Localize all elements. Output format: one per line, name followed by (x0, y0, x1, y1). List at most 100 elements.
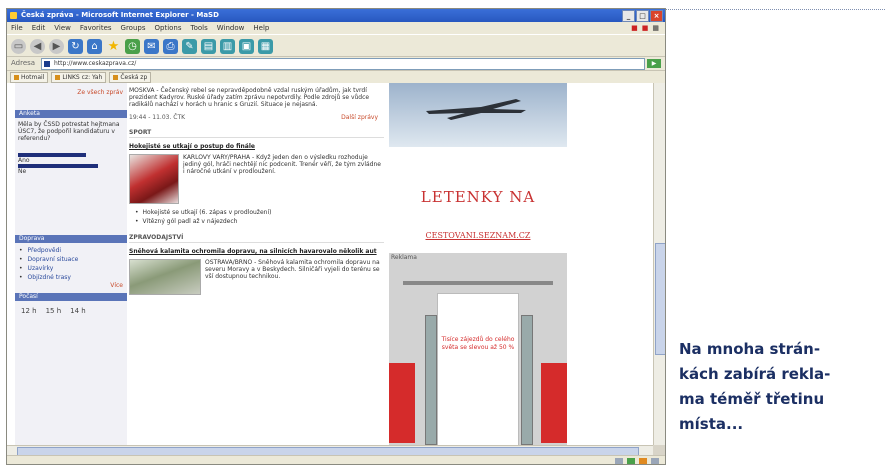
browser-icon (10, 12, 17, 19)
address-input[interactable]: http://www.ceskazprava.cz/ (41, 58, 645, 70)
list-item[interactable]: Hokejisté se utkají (6. zápas v prodlouž… (135, 208, 378, 217)
window-controls: _ □ × (622, 10, 663, 22)
scroll-thumb[interactable] (655, 243, 665, 355)
ad-red-block (541, 363, 567, 443)
caption-line: Na mnoha strán- (679, 340, 821, 358)
back-icon[interactable]: ◀ (30, 38, 45, 54)
tile-icon[interactable]: ▥ (220, 38, 235, 54)
poll-option-yes: Ano (18, 157, 30, 164)
article-meta: 19:44 - 11.03. ČTK Další zprávy (129, 114, 384, 121)
window-title: Česká zpráva - Microsoft Internet Explor… (21, 11, 219, 19)
tabs-icon[interactable]: ▦ (258, 38, 273, 54)
caption-line: kách zabírá rekla- (679, 365, 831, 383)
window-layout-icon[interactable]: ▤ (201, 38, 216, 54)
forward-icon[interactable]: ▶ (49, 38, 64, 54)
caption-line: ma téměř třetinu (679, 390, 825, 408)
main-column: MOSKVA - Čečenský rebel se nepravděpodob… (129, 83, 384, 445)
ad-banner: Reklama Tisíce zájezdů do celého světa s… (389, 253, 567, 445)
ad-pillar (425, 315, 437, 445)
popup-block-icon[interactable]: ■ (642, 22, 649, 34)
sport-photo[interactable] (129, 154, 179, 204)
ad-headline[interactable]: LETENKY NA (389, 188, 567, 206)
domestic-headline[interactable]: Sněhová kalamita ochromila dopravu, na s… (129, 248, 384, 255)
caption-line: místa... (679, 415, 744, 433)
web-content: Ze všech zpráv Anketa Měla by ČSSD potre… (7, 83, 653, 445)
ad-card[interactable]: Tisíce zájezdů do celého světa se slevou… (437, 293, 519, 445)
article-time: 19:44 - 11.03. ČTK (129, 114, 186, 121)
list-item[interactable]: Dopravní situace (19, 255, 123, 264)
domestic-article: OSTRAVA/BRNO - Sněhová kalamita ochromil… (129, 259, 384, 295)
domestic-photo[interactable] (129, 259, 201, 295)
browser-screenshot: Česká zpráva - Microsoft Internet Explor… (6, 8, 666, 465)
list-item[interactable]: Uzavírky (19, 264, 123, 273)
weather-slot: 14 h (70, 307, 86, 315)
weather-row: 12 h 15 h 14 h (15, 301, 127, 321)
list-item[interactable]: Objízdné trasy (19, 273, 123, 282)
menu-file[interactable]: File (11, 22, 23, 34)
more-news-link[interactable]: Další zprávy (341, 114, 378, 121)
advertisement[interactable]: LETENKY NA CESTOVANI.SEZNAM.CZ Reklama T… (389, 83, 567, 445)
title-bar: Česká zpráva - Microsoft Internet Explor… (7, 9, 665, 22)
ad-label: Reklama (391, 254, 417, 261)
sport-headline[interactable]: Hokejisté se utkají o postup do finále (129, 143, 384, 150)
link-hotmail[interactable]: Hotmail (10, 71, 49, 83)
minimize-icon[interactable]: _ (622, 10, 635, 22)
ad-pillar (521, 315, 533, 445)
menu-help[interactable]: Help (253, 22, 269, 34)
link-icon (55, 74, 61, 80)
weather-slot: 15 h (45, 307, 62, 315)
close-icon[interactable]: × (650, 10, 663, 22)
menu-window[interactable]: Window (217, 22, 245, 34)
sport-links: Hokejisté se utkají (6. zápas v prodlouž… (129, 208, 384, 226)
zone-icon (651, 457, 659, 464)
menu-edit[interactable]: Edit (32, 22, 46, 34)
link-yahoo[interactable]: LINKS cz: Yah (51, 71, 107, 83)
cascade-icon[interactable]: ▣ (239, 38, 254, 54)
toolbar: ▭ ◀ ▶ ↻ ⌂ ★ ◷ ✉ ⎙ ✎ ▤ ▥ ▣ ▦ (7, 34, 665, 57)
list-item[interactable]: Předpovědi (19, 246, 123, 255)
menu-options[interactable]: Options (155, 22, 182, 34)
tab-ceska-zprava[interactable]: Česká zp (109, 71, 152, 83)
history-icon[interactable]: ◷ (125, 38, 140, 54)
site-favicon-icon (44, 61, 50, 67)
address-bar: Adresa http://www.ceskazprava.cz/ ▶ (7, 56, 665, 70)
airplane-icon (426, 99, 526, 120)
menu-tools[interactable]: Tools (191, 22, 208, 34)
menu-view[interactable]: View (54, 22, 71, 34)
ad-rail (403, 281, 553, 285)
services-list: Předpovědi Dopravní situace Uzavírky Obj… (15, 246, 127, 282)
status-icon (627, 457, 635, 464)
edit-icon[interactable]: ✎ (182, 38, 197, 54)
page-icon (113, 74, 119, 80)
ad-domain-link[interactable]: CESTOVANI.SEZNAM.CZ (389, 231, 567, 240)
menu-favorites[interactable]: Favorites (80, 22, 112, 34)
menu-right-icons: ■ ■ ▦ (631, 22, 665, 34)
poll-header: Anketa (15, 110, 127, 118)
print-icon[interactable]: ⎙ (163, 38, 178, 54)
weather-slot: 12 h (21, 307, 37, 315)
favorites-star-icon[interactable]: ★ (106, 39, 121, 54)
home-icon[interactable]: ⌂ (87, 38, 102, 54)
domestic-text: OSTRAVA/BRNO - Sněhová kalamita ochromil… (205, 259, 380, 280)
address-url: http://www.ceskazprava.cz/ (54, 60, 137, 67)
left-top-link[interactable]: Ze všech zpráv (15, 89, 127, 96)
ad-sky-image (389, 83, 567, 147)
mail-icon[interactable]: ✉ (144, 38, 159, 54)
new-page-icon[interactable]: ▭ (11, 38, 26, 54)
sport-article: KARLOVY VARY/PRAHA - Když jeden den o vý… (129, 154, 384, 204)
weather-header: Počasí (15, 293, 127, 301)
poll-question: Měla by ČSSD potrestat hejtmana ÚSC7, že… (18, 121, 120, 142)
section-domestic: ZPRAVODAJSTVÍ (129, 234, 384, 243)
refresh-icon[interactable]: ↻ (68, 38, 83, 54)
vertical-scrollbar[interactable] (653, 83, 665, 445)
settings-icon[interactable]: ▦ (652, 22, 659, 34)
stop-icon[interactable]: ■ (631, 22, 638, 34)
list-item[interactable]: Vítězný gól padl až v nájezdech (135, 217, 378, 226)
top-rule (664, 9, 885, 10)
services-more-link[interactable]: Více (15, 282, 127, 289)
services-header: Doprava (15, 235, 127, 243)
go-button[interactable]: ▶ (647, 59, 661, 68)
menu-groups[interactable]: Groups (121, 22, 146, 34)
status-bar (7, 455, 665, 464)
maximize-icon[interactable]: □ (636, 10, 649, 22)
